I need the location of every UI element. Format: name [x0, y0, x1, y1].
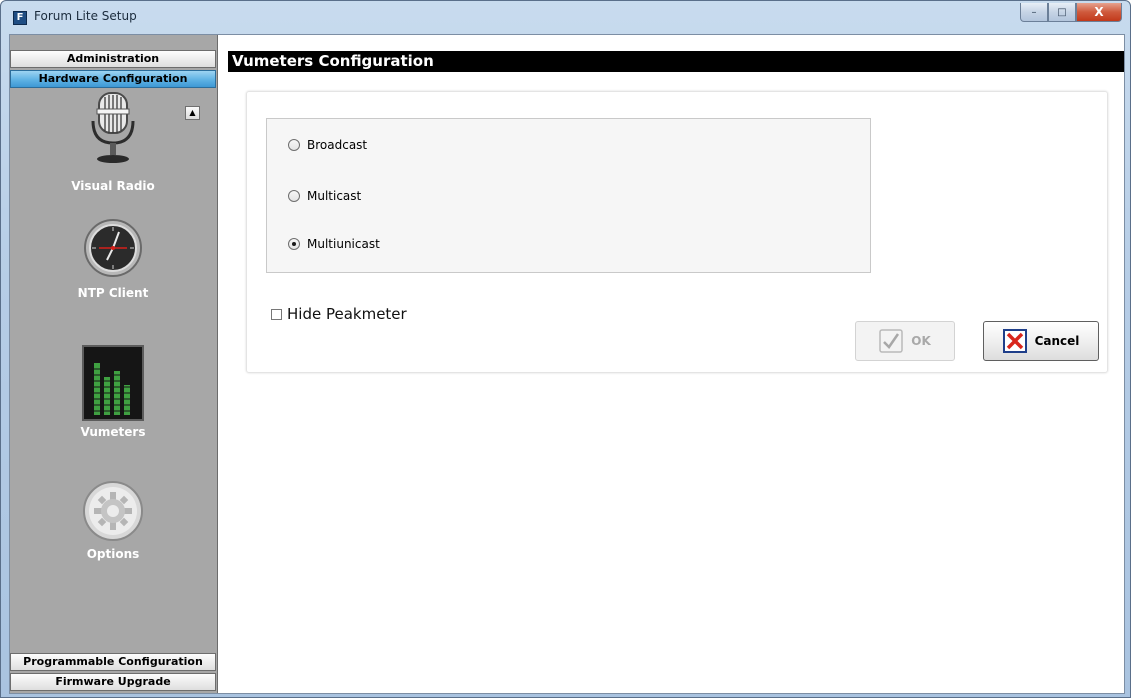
app-icon: F: [13, 11, 27, 25]
gear-icon: [83, 481, 143, 541]
radio-label: Multiunicast: [307, 237, 380, 251]
radio-broadcast[interactable]: Broadcast: [288, 138, 367, 152]
sidebar-item-label: Vumeters: [80, 425, 146, 439]
checkmark-icon: [879, 329, 903, 353]
sidebar-item-label: Options: [86, 547, 140, 561]
checkbox-label: Hide Peakmeter: [287, 305, 407, 323]
window-controls: – □ X: [1020, 3, 1122, 22]
sidebar: Administration Hardware Configuration ▲: [10, 35, 218, 693]
main-panel: Vumeters Configuration Broadcast Multica…: [228, 35, 1126, 693]
app-window: F Forum Lite Setup – □ X Administration …: [0, 0, 1131, 698]
sidebar-item-ntp-client[interactable]: NTP Client: [10, 214, 216, 300]
radio-label: Multicast: [307, 189, 362, 203]
maximize-icon: □: [1057, 6, 1067, 18]
sidebar-item-visual-radio[interactable]: Visual Radio: [10, 91, 216, 193]
vumeter-icon: [82, 345, 144, 421]
cancel-x-icon: [1002, 329, 1027, 353]
page-title: Vumeters Configuration: [228, 51, 1124, 72]
minimize-icon: –: [1031, 6, 1037, 18]
client-area: Administration Hardware Configuration ▲: [9, 34, 1125, 694]
microphone-icon: [91, 92, 135, 163]
ok-button[interactable]: OK: [855, 321, 955, 361]
hide-peakmeter-checkbox[interactable]: Hide Peakmeter: [271, 305, 407, 323]
sidebar-item-label: NTP Client: [77, 286, 149, 300]
clock-icon: [84, 219, 142, 277]
radio-selected-icon: [288, 238, 300, 250]
vumeters-config-panel: Broadcast Multicast Multiunicast Hide Pe…: [246, 91, 1108, 373]
sidebar-item-label: Visual Radio: [71, 179, 155, 193]
window-title: Forum Lite Setup: [34, 9, 137, 23]
cancel-label: Cancel: [1034, 334, 1080, 348]
cancel-button[interactable]: Cancel: [983, 321, 1099, 361]
radio-multiunicast[interactable]: Multiunicast: [288, 237, 380, 251]
ok-label: OK: [911, 334, 931, 348]
tab-programmable-configuration[interactable]: Programmable Configuration: [10, 653, 216, 671]
sidebar-item-vumeters[interactable]: Vumeters: [10, 345, 216, 439]
checkbox-icon: [271, 308, 282, 320]
radio-circle-icon: [288, 139, 300, 151]
radio-multicast[interactable]: Multicast: [288, 189, 361, 203]
tab-administration[interactable]: Administration: [10, 50, 216, 68]
transmission-mode-group: Broadcast Multicast Multiunicast: [266, 118, 871, 273]
tab-hardware-configuration[interactable]: Hardware Configuration: [10, 70, 216, 88]
close-icon: X: [1094, 5, 1104, 19]
maximize-button[interactable]: □: [1048, 3, 1076, 22]
radio-label: Broadcast: [307, 138, 368, 152]
title-bar[interactable]: F Forum Lite Setup – □ X: [1, 1, 1130, 34]
minimize-button[interactable]: –: [1020, 3, 1048, 22]
radio-circle-icon: [288, 190, 300, 202]
sidebar-item-list: Visual Radio NTP Client Vumeters Options: [10, 91, 216, 647]
tab-firmware-upgrade[interactable]: Firmware Upgrade: [10, 673, 216, 691]
close-button[interactable]: X: [1076, 3, 1122, 22]
sidebar-item-options[interactable]: Options: [10, 479, 216, 561]
